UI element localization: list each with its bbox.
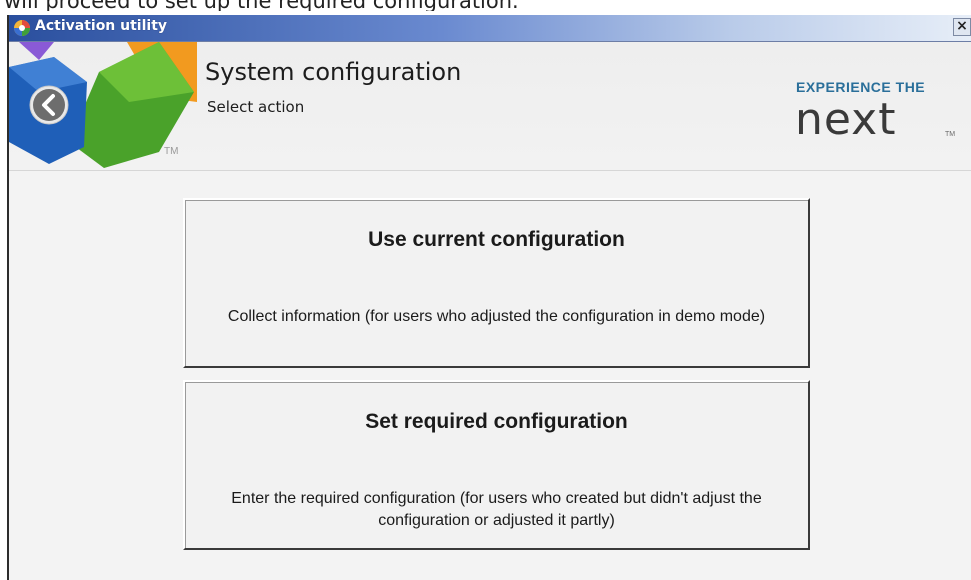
page-title: System configuration (205, 58, 462, 86)
action-title: Set required configuration (365, 410, 628, 433)
logo-trademark: TM (164, 146, 179, 157)
title-bar[interactable]: Activation utility × (9, 15, 971, 42)
brand-tagline: EXPERIENCE THE (796, 79, 926, 95)
activation-window: Activation utility × TM System configura… (7, 15, 971, 580)
brand-name-text: next (795, 100, 896, 140)
brand-trademark: TM (945, 131, 955, 138)
header-banner: TM System configuration Select action EX… (9, 42, 971, 171)
close-button[interactable]: × (953, 18, 971, 36)
use-current-configuration-button[interactable]: Use current configuration Collect inform… (183, 198, 810, 368)
app-icon (14, 20, 30, 36)
brand-logo: next TM (795, 100, 955, 140)
main-content: Use current configuration Collect inform… (9, 171, 971, 580)
action-description: Collect information (for users who adjus… (227, 308, 766, 325)
set-required-configuration-button[interactable]: Set required configuration Enter the req… (183, 380, 810, 550)
page-subtitle: Select action (207, 98, 305, 116)
action-title: Use current configuration (368, 228, 625, 251)
window-title: Activation utility (35, 18, 168, 34)
action-description: Enter the required configuration (for us… (231, 490, 762, 529)
document-caption: will proceed to set up the required conf… (0, 0, 971, 11)
